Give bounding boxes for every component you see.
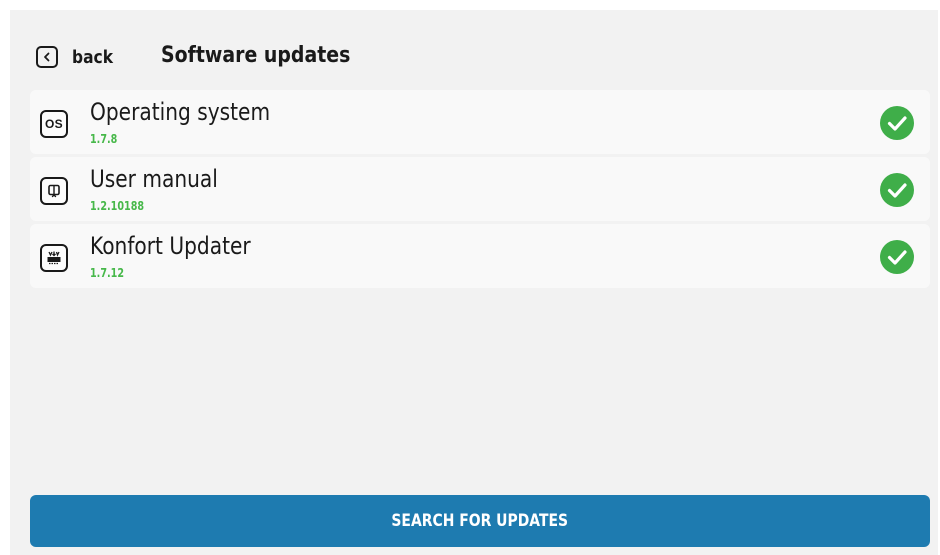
- update-version: 1.7.8: [90, 132, 118, 146]
- updater-icon: [40, 244, 68, 272]
- update-version: 1.2.10188: [90, 199, 145, 213]
- check-icon: [880, 106, 914, 140]
- update-row-operating-system[interactable]: OS Operating system 1.7.8: [30, 90, 930, 154]
- update-name: User manual: [90, 165, 218, 193]
- chevron-left-icon: [36, 46, 58, 68]
- updates-list: OS Operating system 1.7.8 User manual 1.…: [30, 90, 930, 291]
- book-icon: [40, 177, 68, 205]
- os-icon-text: OS: [45, 117, 63, 131]
- update-name: Operating system: [90, 98, 271, 126]
- software-updates-screen: back Software updates OS Operating syste…: [10, 10, 938, 555]
- os-icon: OS: [40, 110, 68, 138]
- search-for-updates-button[interactable]: SEARCH FOR UPDATES: [30, 495, 930, 547]
- check-icon: [880, 173, 914, 207]
- update-name: Konfort Updater: [90, 232, 251, 260]
- back-label: back: [72, 46, 113, 68]
- header: back Software updates: [10, 10, 938, 88]
- check-icon: [880, 240, 914, 274]
- search-for-updates-label: SEARCH FOR UPDATES: [391, 511, 569, 531]
- page-title: Software updates: [161, 43, 351, 68]
- update-row-konfort-updater[interactable]: Konfort Updater 1.7.12: [30, 224, 930, 288]
- back-button[interactable]: back: [36, 44, 120, 70]
- update-row-user-manual[interactable]: User manual 1.2.10188: [30, 157, 930, 221]
- update-version: 1.7.12: [90, 266, 125, 280]
